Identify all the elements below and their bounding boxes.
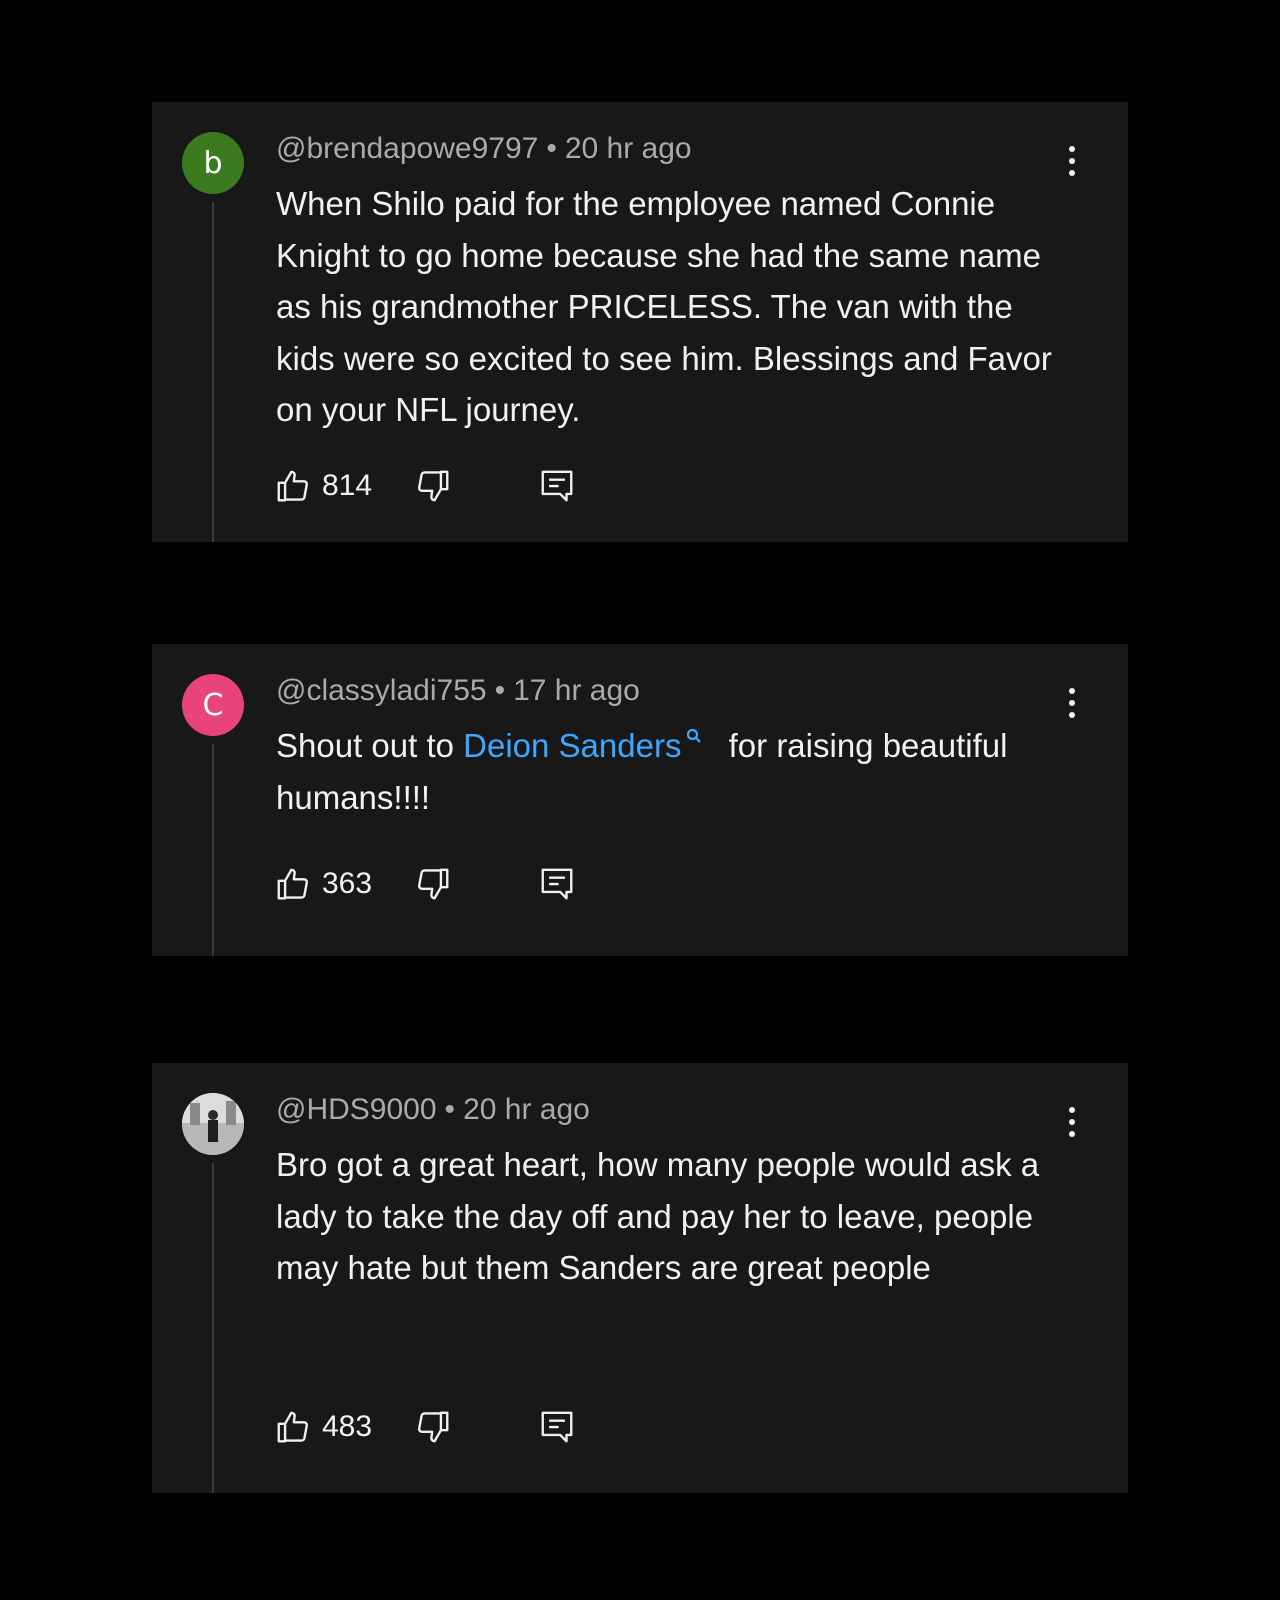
comment-actions: 483	[274, 1405, 576, 1449]
comment-author[interactable]: @classyladi755	[276, 674, 487, 707]
dislike-icon	[417, 868, 449, 900]
comment-text-before: Shout out to	[276, 727, 454, 764]
comment-text: Shout out to Deion Sanders for raising b…	[276, 720, 1066, 823]
comment-card: b @brendapowe9797 • 20 hr ago When Shilo p…	[152, 102, 1128, 542]
like-icon	[277, 868, 309, 900]
comment-actions: 814	[274, 464, 576, 508]
reply-icon	[541, 868, 573, 900]
comment-author[interactable]: @HDS9000	[276, 1093, 437, 1126]
thread-line	[212, 744, 214, 956]
like-button[interactable]	[274, 467, 312, 505]
thread-line	[212, 1163, 214, 1493]
dislike-button[interactable]	[414, 1408, 452, 1446]
dislike-button[interactable]	[414, 467, 452, 505]
avatar[interactable]: b	[182, 132, 244, 194]
comment-text: Bro got a great heart, how many people w…	[276, 1146, 1040, 1286]
avatar[interactable]	[182, 1093, 244, 1155]
reply-icon	[541, 1411, 573, 1443]
avatar-letter: b	[203, 145, 223, 181]
reply-button[interactable]	[538, 1408, 576, 1446]
like-button[interactable]	[274, 865, 312, 903]
comment-time[interactable]: 20 hr ago	[565, 132, 692, 165]
comment-time[interactable]: 20 hr ago	[463, 1093, 590, 1126]
reply-button[interactable]	[538, 467, 576, 505]
comment-header: @classyladi755 • 17 hr ago	[276, 674, 640, 708]
dislike-icon	[417, 1411, 449, 1443]
header-separator: •	[546, 132, 557, 165]
like-icon	[277, 1411, 309, 1443]
comment-actions: 363	[274, 862, 576, 906]
like-button[interactable]	[274, 1408, 312, 1446]
comment-card: C @classyladi755 • 17 hr ago Shout out to …	[152, 644, 1128, 956]
dislike-icon	[417, 470, 449, 502]
comment-card: @HDS9000 • 20 hr ago Bro got a great heart…	[152, 1063, 1128, 1493]
reply-button[interactable]	[538, 865, 576, 903]
dislike-button[interactable]	[414, 865, 452, 903]
thread-line	[212, 202, 214, 542]
like-icon	[277, 470, 309, 502]
like-count: 814	[322, 469, 373, 502]
comment-header: @HDS9000 • 20 hr ago	[276, 1093, 590, 1127]
more-options-icon[interactable]	[1066, 146, 1078, 176]
avatar-letter: C	[202, 687, 224, 723]
reply-icon	[541, 470, 573, 502]
avatar[interactable]: C	[182, 674, 244, 736]
avatar-photo	[182, 1093, 244, 1155]
more-options-icon[interactable]	[1066, 1107, 1078, 1137]
like-count: 363	[322, 867, 373, 900]
comment-time[interactable]: 17 hr ago	[513, 674, 640, 707]
header-separator: •	[444, 1093, 456, 1126]
mention-link[interactable]: Deion Sanders	[463, 727, 681, 764]
comment-text: When Shilo paid for the employee named C…	[276, 185, 1052, 428]
search-icon[interactable]	[685, 727, 703, 745]
header-separator: •	[494, 674, 506, 707]
comment-header: @brendapowe9797 • 20 hr ago	[276, 132, 692, 166]
like-count: 483	[322, 1410, 373, 1443]
comment-author[interactable]: @brendapowe9797	[276, 132, 538, 165]
more-options-icon[interactable]	[1066, 688, 1078, 718]
